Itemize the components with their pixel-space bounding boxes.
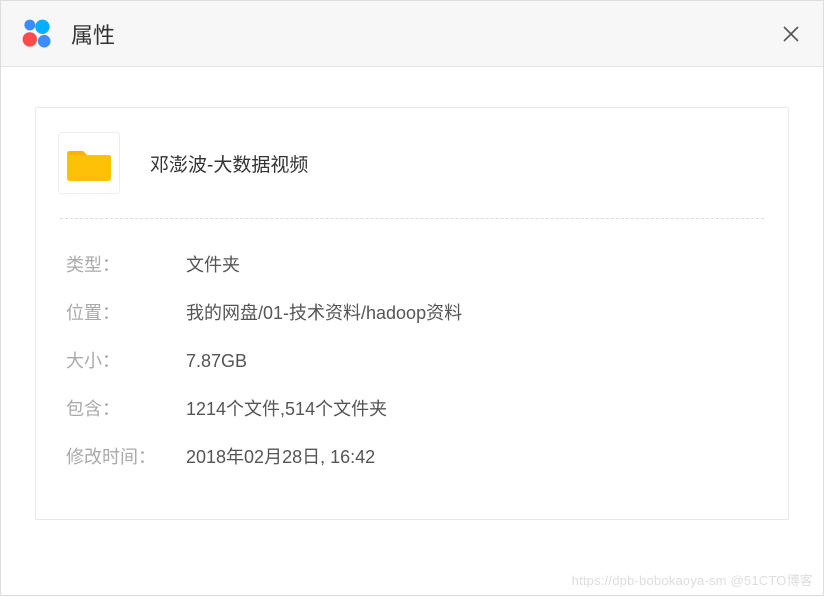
prop-value-size: 7.87GB — [186, 351, 247, 372]
prop-label-contains: 包含： — [66, 395, 186, 421]
file-name: 邓澎波-大数据视频 — [150, 150, 308, 177]
prop-label-modified: 修改时间： — [66, 443, 186, 469]
prop-label-type: 类型： — [66, 251, 186, 277]
prop-row-type: 类型： 文件夹 — [66, 251, 758, 277]
baidu-pan-logo — [19, 16, 55, 52]
close-button[interactable] — [781, 24, 801, 44]
prop-value-modified: 2018年02月28日, 16:42 — [186, 443, 375, 469]
properties-panel: 邓澎波-大数据视频 类型： 文件夹 位置： 我的网盘/01-技术资料/hadoo… — [35, 107, 789, 520]
prop-row-contains: 包含： 1214个文件,514个文件夹 — [66, 395, 758, 421]
close-icon — [782, 25, 800, 43]
watermark: https://dpb-bobokaoya-sm @51CTO博客 — [572, 570, 813, 589]
dialog-title: 属性 — [71, 18, 115, 50]
content-area: 邓澎波-大数据视频 类型： 文件夹 位置： 我的网盘/01-技术资料/hadoo… — [1, 67, 823, 595]
prop-label-location: 位置： — [66, 299, 186, 325]
properties-dialog: 属性 邓澎波-大数据视频 类型： — [0, 0, 824, 596]
prop-value-contains: 1214个文件,514个文件夹 — [186, 395, 387, 421]
prop-value-location: 我的网盘/01-技术资料/hadoop资料 — [186, 299, 462, 325]
file-header: 邓澎波-大数据视频 — [36, 108, 788, 218]
prop-value-type: 文件夹 — [186, 251, 240, 277]
titlebar: 属性 — [1, 1, 823, 67]
prop-row-size: 大小： 7.87GB — [66, 347, 758, 373]
prop-label-size: 大小： — [66, 347, 186, 373]
prop-row-modified: 修改时间： 2018年02月28日, 16:42 — [66, 443, 758, 469]
prop-row-location: 位置： 我的网盘/01-技术资料/hadoop资料 — [66, 299, 758, 325]
properties-list: 类型： 文件夹 位置： 我的网盘/01-技术资料/hadoop资料 大小： 7.… — [36, 219, 788, 519]
folder-icon — [67, 145, 111, 181]
folder-icon-wrap — [58, 132, 120, 194]
